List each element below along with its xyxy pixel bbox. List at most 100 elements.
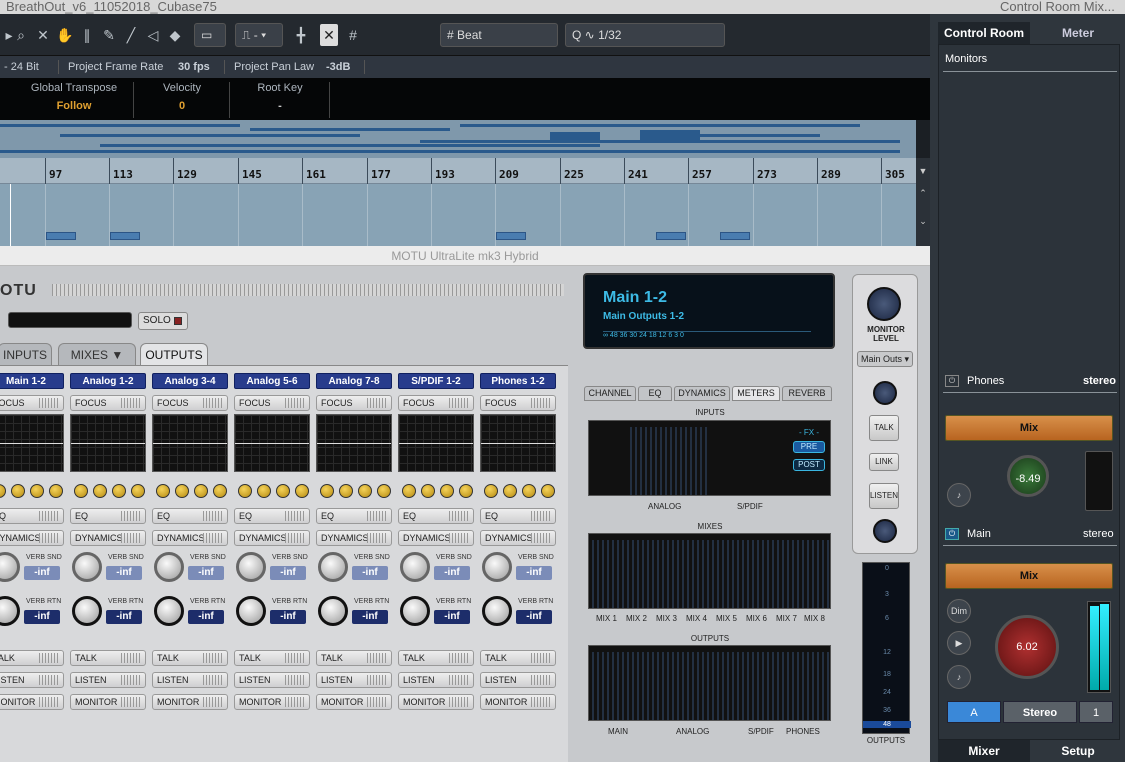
split-tool-icon[interactable]: ∥ (78, 24, 96, 46)
erase-tool-icon[interactable]: ✕ (34, 24, 52, 46)
eq-knob[interactable] (459, 484, 473, 498)
verb-return-knob[interactable] (482, 596, 512, 626)
eq-knob[interactable] (30, 484, 44, 498)
chevron-down-icon[interactable]: ▼ (917, 164, 929, 178)
motu-scrollbar[interactable] (0, 747, 568, 762)
eq-knob[interactable] (112, 484, 126, 498)
talk-button[interactable]: TALK (234, 650, 310, 666)
click-icon[interactable]: ♪ (947, 665, 971, 689)
power-icon[interactable]: ⏻ (945, 528, 959, 540)
quantize-value-dropdown[interactable]: Q ∿ 1/32 (565, 23, 725, 47)
eq-knob[interactable] (339, 484, 353, 498)
quantize-mode-dropdown[interactable]: # Beat (440, 23, 558, 47)
snap-cross-icon[interactable]: ╋ (292, 24, 310, 46)
zoom-tool-icon[interactable]: ⌕ (12, 24, 30, 46)
eq-knob[interactable] (11, 484, 25, 498)
eq-knob[interactable] (402, 484, 416, 498)
solo-button[interactable]: SOLO (138, 312, 188, 330)
stereo-mode-button[interactable]: Stereo (1003, 701, 1077, 723)
link-button[interactable]: LINK (869, 453, 899, 471)
monitor-level-knob[interactable] (867, 287, 901, 321)
pan-law-value[interactable]: -3dB (326, 56, 350, 78)
dynamics-button[interactable]: DYNAMICS (234, 530, 310, 546)
talk-button[interactable]: TALK (70, 650, 146, 666)
eq-button[interactable]: EQ (0, 508, 64, 524)
monitor-button[interactable]: MONITOR (70, 694, 146, 710)
listenback-knob[interactable] (873, 519, 897, 543)
talk-button[interactable]: TALK (869, 415, 899, 441)
reference-level-icon[interactable]: ▶ (947, 631, 971, 655)
eq-knob[interactable] (377, 484, 391, 498)
verb-return-knob[interactable] (0, 596, 20, 626)
eq-knob[interactable] (213, 484, 227, 498)
fx-post-button[interactable]: POST (793, 459, 825, 471)
focus-button[interactable]: FOCUS (398, 395, 474, 411)
listen-button[interactable]: LISTEN (316, 672, 392, 688)
listen-button[interactable]: LISTEN (234, 672, 310, 688)
eq-knob[interactable] (440, 484, 454, 498)
eq-button[interactable]: EQ (234, 508, 310, 524)
focus-button[interactable]: FOCUS (234, 395, 310, 411)
speaker-set-button[interactable]: 1 (1079, 701, 1113, 723)
main-level-knob[interactable]: 6.02 (995, 615, 1059, 679)
eq-knob[interactable] (257, 484, 271, 498)
eq-knob[interactable] (276, 484, 290, 498)
eq-knob[interactable] (295, 484, 309, 498)
snap-x-icon[interactable]: ✕ (320, 24, 338, 46)
vertical-scrollbar[interactable]: ▼ ⌃ ⌄ (916, 158, 930, 246)
focus-button[interactable]: FOCUS (480, 395, 556, 411)
verb-send-knob[interactable] (154, 552, 184, 582)
tab-mixes[interactable]: MIXES ▼ (58, 343, 136, 365)
monitor-button[interactable]: MONITOR (152, 694, 228, 710)
listen-button[interactable]: LISTEN (398, 672, 474, 688)
talk-button[interactable]: TALK (480, 650, 556, 666)
eq-button[interactable]: EQ (480, 508, 556, 524)
verb-send-knob[interactable] (236, 552, 266, 582)
eq-knob[interactable] (484, 484, 498, 498)
monitor-button[interactable]: MONITOR (316, 694, 392, 710)
listen-button[interactable]: LISTEN (0, 672, 64, 688)
eq-button[interactable]: EQ (152, 508, 228, 524)
eq-knob[interactable] (238, 484, 252, 498)
monitor-button[interactable]: MONITOR (234, 694, 310, 710)
root-key-field[interactable]: Root Key - (230, 82, 330, 118)
eq-knob[interactable] (0, 484, 6, 498)
eq-button[interactable]: EQ (70, 508, 146, 524)
verb-return-knob[interactable] (72, 596, 102, 626)
eq-knob[interactable] (358, 484, 372, 498)
project-overview[interactable] (0, 120, 916, 158)
dynamics-button[interactable]: DYNAMICS (0, 530, 64, 546)
frame-rate-value[interactable]: 30 fps (178, 56, 210, 78)
monitor-button[interactable]: MONITOR (398, 694, 474, 710)
verb-send-knob[interactable] (400, 552, 430, 582)
track-lane[interactable] (0, 184, 916, 246)
monitor-button[interactable]: MONITOR (0, 694, 64, 710)
monitor-button[interactable]: MONITOR (480, 694, 556, 710)
click-icon[interactable]: ♪ (947, 483, 971, 507)
grid-icon[interactable]: # (344, 24, 362, 46)
tab-control-room[interactable]: Control Room (938, 22, 1030, 44)
hand-tool-icon[interactable]: ✋ (56, 24, 74, 46)
tab-outputs[interactable]: OUTPUTS (140, 343, 208, 365)
fx-pre-button[interactable]: PRE (793, 441, 825, 453)
timeline-ruler[interactable]: 97 113 129 145 161 177 193 209 225 241 2… (0, 158, 916, 184)
line-tool-icon[interactable]: ╱ (122, 24, 140, 46)
eq-knob[interactable] (93, 484, 107, 498)
midi-part[interactable] (46, 232, 76, 240)
focus-button[interactable]: FOCUS (0, 395, 64, 411)
eq-button[interactable]: EQ (316, 508, 392, 524)
tab-channel[interactable]: CHANNEL (584, 386, 636, 401)
eq-knob[interactable] (131, 484, 145, 498)
dynamics-button[interactable]: DYNAMICS (152, 530, 228, 546)
focus-button[interactable]: FOCUS (70, 395, 146, 411)
color-tool-icon[interactable]: ◆ (166, 24, 184, 46)
tab-mixer[interactable]: Mixer (938, 740, 1030, 762)
eq-knob[interactable] (421, 484, 435, 498)
phones-level-knob[interactable]: -8.49 (1007, 455, 1049, 497)
listen-button[interactable]: LISTEN (869, 483, 899, 509)
listen-button[interactable]: LISTEN (480, 672, 556, 688)
talkback-knob[interactable] (873, 381, 897, 405)
main-mix-button[interactable]: Mix (945, 563, 1113, 589)
speaker-tool-icon[interactable]: ◁ (144, 24, 162, 46)
eq-knob[interactable] (175, 484, 189, 498)
